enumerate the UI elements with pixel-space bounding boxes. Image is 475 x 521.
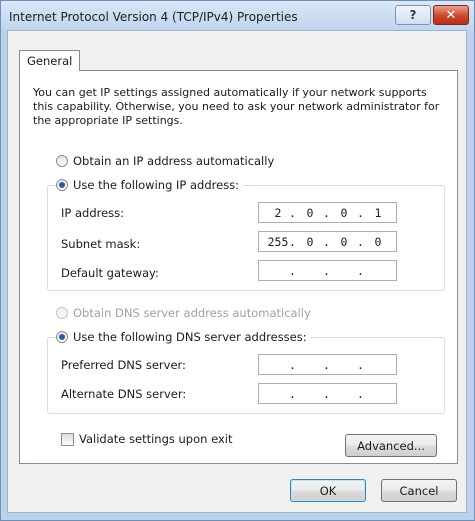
radio-indicator bbox=[56, 155, 68, 167]
octet-4: 0 bbox=[374, 235, 382, 249]
close-icon: ✕ bbox=[445, 7, 457, 23]
radio-indicator bbox=[56, 179, 68, 191]
preferred-dns-label: Preferred DNS server: bbox=[61, 358, 186, 372]
octet-separator: . bbox=[357, 387, 364, 401]
octet-2: 0 bbox=[306, 206, 314, 220]
use-following-dns-radio[interactable]: Use the following DNS server addresses: bbox=[56, 330, 311, 344]
octet-3: 0 bbox=[340, 235, 348, 249]
ip-address-label: IP address: bbox=[61, 206, 125, 220]
default-gateway-input[interactable]: . . . bbox=[258, 260, 397, 281]
validate-settings-label: Validate settings upon exit bbox=[79, 432, 233, 446]
obtain-ip-auto-label: Obtain an IP address automatically bbox=[73, 154, 275, 168]
octet-separator: . bbox=[289, 358, 296, 372]
radio-indicator bbox=[56, 307, 68, 319]
octet-separator: . bbox=[289, 387, 296, 401]
validate-settings-checkbox[interactable]: Validate settings upon exit bbox=[61, 432, 232, 446]
radio-indicator bbox=[56, 331, 68, 343]
use-following-dns-label: Use the following DNS server addresses: bbox=[73, 330, 307, 344]
advanced-button[interactable]: Advanced... bbox=[345, 434, 437, 457]
octet-4: 1 bbox=[374, 206, 382, 220]
help-button[interactable]: ? bbox=[395, 5, 431, 25]
tab-general[interactable]: General bbox=[19, 50, 80, 71]
cancel-button[interactable]: Cancel bbox=[381, 479, 457, 502]
checkbox-indicator bbox=[61, 432, 74, 446]
octet-separator: . bbox=[323, 358, 330, 372]
title-bar[interactable]: Internet Protocol Version 4 (TCP/IPv4) P… bbox=[1, 1, 474, 31]
octet-separator: . bbox=[357, 358, 364, 372]
octet-3: 0 bbox=[340, 206, 348, 220]
obtain-ip-auto-radio[interactable]: Obtain an IP address automatically bbox=[56, 154, 274, 168]
octet-separator: . bbox=[357, 264, 364, 278]
use-following-ip-label: Use the following IP address: bbox=[73, 178, 240, 192]
obtain-dns-auto-label: Obtain DNS server address automatically bbox=[73, 306, 311, 320]
octet-separator: . bbox=[289, 264, 296, 278]
preferred-dns-input[interactable]: . . . bbox=[258, 354, 397, 375]
intro-text: You can get IP settings assigned automat… bbox=[33, 86, 440, 127]
ip-address-input[interactable]: 2 . 0 . 0 . 1 bbox=[258, 202, 397, 223]
tab-general-label: General bbox=[27, 54, 73, 68]
help-icon: ? bbox=[409, 8, 417, 22]
alternate-dns-input[interactable]: . . . bbox=[258, 383, 397, 404]
window-title: Internet Protocol Version 4 (TCP/IPv4) P… bbox=[9, 10, 298, 24]
default-gateway-label: Default gateway: bbox=[61, 266, 159, 280]
advanced-button-label: Advanced... bbox=[357, 438, 425, 453]
alternate-dns-label: Alternate DNS server: bbox=[61, 387, 187, 401]
octet-separator: . bbox=[323, 264, 330, 278]
close-button[interactable]: ✕ bbox=[433, 5, 469, 25]
octet-separator: . bbox=[323, 387, 330, 401]
subnet-mask-input[interactable]: 255 . 0 . 0 . 0 bbox=[258, 231, 397, 252]
ok-button-label: OK bbox=[319, 483, 337, 498]
use-following-ip-radio[interactable]: Use the following IP address: bbox=[56, 178, 244, 192]
octet-2: 0 bbox=[306, 235, 314, 249]
subnet-mask-label: Subnet mask: bbox=[61, 237, 141, 251]
cancel-button-label: Cancel bbox=[399, 483, 439, 498]
obtain-dns-auto-radio[interactable]: Obtain DNS server address automatically bbox=[56, 306, 311, 320]
ok-button[interactable]: OK bbox=[290, 479, 366, 502]
